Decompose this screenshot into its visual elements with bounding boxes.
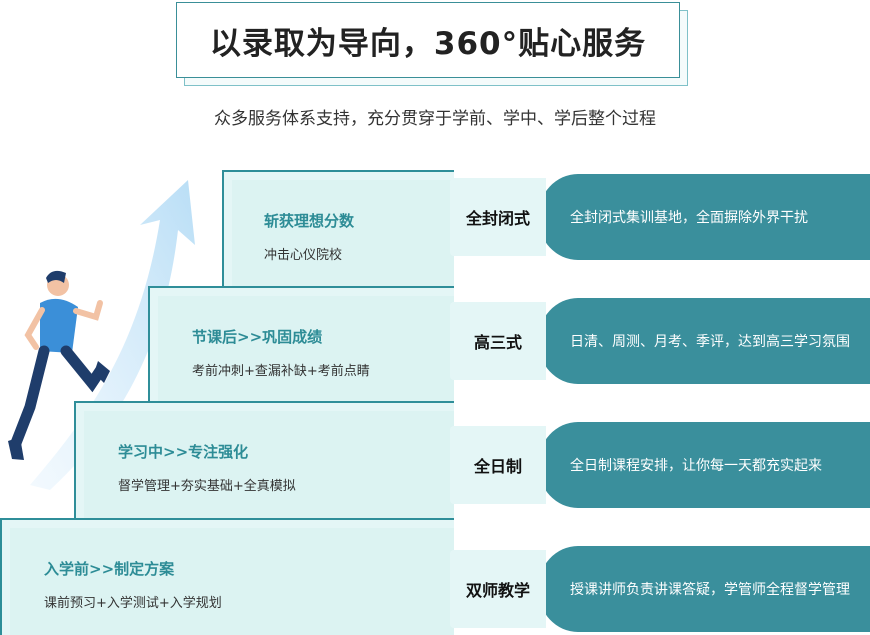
step-during-study: 学习中>>专注强化 督学管理+夯实基础+全真模拟 — [74, 401, 454, 523]
step-title: 节课后>>巩固成绩 — [192, 328, 323, 346]
step-target-score: 斩获理想分数 冲击心仪院校 — [222, 170, 454, 292]
page-title: 以录取为导向，360°贴心服务 — [209, 25, 647, 62]
step-desc: 课前预习+入学测试+入学规划 — [44, 596, 222, 611]
step-desc: 冲击心仪院校 — [264, 248, 343, 263]
service-desc: 授课讲师负责讲课答疑，学管师全程督学管理 — [570, 582, 850, 598]
service-desc-bar: 授课讲师负责讲课答疑，学管师全程督学管理 — [538, 546, 870, 632]
step-before-enrollment: 入学前>>制定方案 课前预习+入学测试+入学规划 — [0, 518, 454, 635]
service-label: 全封闭式 — [450, 178, 546, 256]
title-banner: 以录取为导向，360°贴心服务 — [176, 2, 692, 88]
title-banner-box: 以录取为导向，360°贴心服务 — [176, 2, 680, 78]
service-row: 全封闭式集训基地，全面摒除外界干扰 全封闭式 — [450, 174, 870, 260]
service-desc-bar: 全日制课程安排，让你每一天都充实起来 — [538, 422, 870, 508]
service-desc: 全封闭式集训基地，全面摒除外界干扰 — [570, 210, 808, 226]
service-row: 日清、周测、月考、季评，达到高三学习氛围 高三式 — [450, 298, 870, 384]
service-label: 全日制 — [450, 426, 546, 504]
service-label: 高三式 — [450, 302, 546, 380]
service-row: 全日制课程安排，让你每一天都充实起来 全日制 — [450, 422, 870, 508]
service-row: 授课讲师负责讲课答疑，学管师全程督学管理 双师教学 — [450, 546, 870, 632]
step-desc: 督学管理+夯实基础+全真模拟 — [118, 479, 296, 494]
page-subtitle: 众多服务体系支持，充分贯穿于学前、学中、学后整个过程 — [214, 109, 656, 129]
service-desc-bar: 日清、周测、月考、季评，达到高三学习氛围 — [538, 298, 870, 384]
step-title: 学习中>>专注强化 — [118, 443, 249, 461]
step-title: 入学前>>制定方案 — [44, 560, 175, 578]
service-desc-bar: 全封闭式集训基地，全面摒除外界干扰 — [538, 174, 870, 260]
step-title: 斩获理想分数 — [264, 212, 355, 230]
step-desc: 考前冲刺+查漏补缺+考前点睛 — [192, 364, 370, 379]
step-after-class: 节课后>>巩固成绩 考前冲刺+查漏补缺+考前点睛 — [148, 286, 454, 408]
service-desc: 日清、周测、月考、季评，达到高三学习氛围 — [570, 334, 850, 350]
service-label: 双师教学 — [450, 550, 546, 628]
service-desc: 全日制课程安排，让你每一天都充实起来 — [570, 458, 822, 474]
